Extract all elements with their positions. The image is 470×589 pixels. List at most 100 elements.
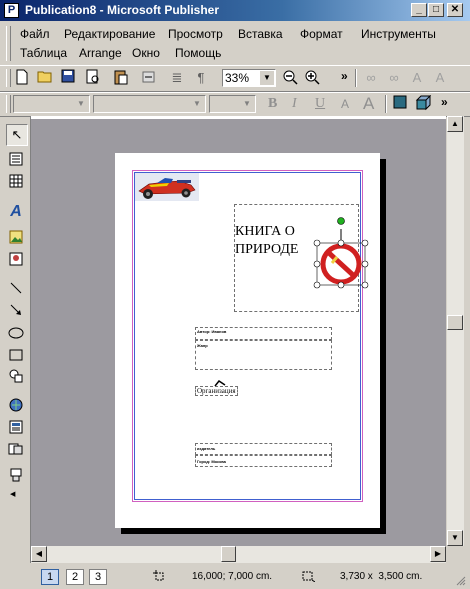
- genre-field-label: Жанр: [197, 343, 208, 348]
- print-preview-icon[interactable]: [84, 69, 102, 87]
- publisher-field-label: издатель: [197, 446, 216, 451]
- grow-font-button[interactable]: A: [363, 94, 374, 114]
- menu-grip[interactable]: [6, 26, 11, 61]
- scroll-down-arrow[interactable]: ▼: [447, 530, 463, 546]
- resize-grip-icon[interactable]: [456, 575, 466, 586]
- menu-file[interactable]: Файл: [20, 26, 50, 42]
- form-icon[interactable]: [6, 442, 26, 462]
- organization-logo[interactable]: Организация: [195, 379, 241, 397]
- menu-bar: Файл Редактирование Просмотр Вставка Фор…: [0, 22, 470, 64]
- title-bar: P Publication8 - Microsoft Publisher _ □…: [0, 0, 470, 21]
- position-readout: 16,000; 7,000 cm.: [192, 571, 273, 582]
- line-icon[interactable]: [6, 281, 26, 301]
- document-heading: КНИГА О ПРИРОДЕ: [235, 224, 299, 257]
- toolbar-separator: [355, 69, 357, 87]
- menu-window[interactable]: Окно: [132, 45, 160, 61]
- open-icon[interactable]: [36, 69, 54, 87]
- scroll-right-arrow[interactable]: ▶: [430, 546, 446, 562]
- city-field-label: Город: Москва: [197, 459, 226, 464]
- clipart-icon[interactable]: [6, 252, 26, 272]
- author-field-label: Автор: Иванов: [197, 329, 227, 334]
- bold-button[interactable]: B: [268, 96, 277, 112]
- minimize-button[interactable]: _: [411, 3, 427, 17]
- fill-color-icon[interactable]: [391, 95, 409, 113]
- page-tab-3[interactable]: 3: [89, 569, 107, 585]
- picture-icon[interactable]: [6, 230, 26, 250]
- font-size-icon[interactable]: A: [431, 69, 449, 87]
- menu-insert[interactable]: Вставка: [238, 26, 283, 42]
- undo-icon[interactable]: [140, 69, 158, 87]
- window-title: Publication8 - Microsoft Publisher: [25, 3, 220, 17]
- paste-icon[interactable]: [112, 69, 130, 87]
- no-symbol-image[interactable]: [311, 213, 371, 293]
- chevron-down-icon: ▼: [243, 99, 251, 108]
- italic-button[interactable]: I: [292, 96, 297, 112]
- arrow-icon[interactable]: [6, 303, 26, 323]
- size-icon: [301, 570, 316, 583]
- page-tab-2[interactable]: 2: [66, 569, 84, 585]
- zoom-in-icon[interactable]: [303, 69, 321, 87]
- zoom-dropdown[interactable]: 33% ▼: [222, 69, 276, 87]
- menu-table[interactable]: Таблица: [20, 45, 67, 61]
- document-page[interactable]: КНИГА О ПРИРОДЕ Автор: Иванов Жанр Орган…: [115, 153, 380, 528]
- web-icon[interactable]: [6, 420, 26, 440]
- publisher-field[interactable]: издатель: [195, 443, 332, 455]
- 3d-style-icon[interactable]: [414, 94, 432, 113]
- underline-button[interactable]: U: [315, 96, 325, 112]
- autoshapes-icon[interactable]: [6, 369, 26, 389]
- overflow-chevron[interactable]: »: [441, 95, 448, 109]
- horizontal-scrollbar[interactable]: ◀ ▶: [31, 546, 446, 563]
- unlink-icon[interactable]: ∞: [385, 69, 403, 87]
- text-box-icon[interactable]: [6, 152, 26, 172]
- rectangle-icon[interactable]: [6, 347, 26, 367]
- chevron-down-icon[interactable]: ▼: [260, 71, 274, 85]
- font-dropdown[interactable]: ▼: [93, 95, 206, 113]
- vertical-scrollbar[interactable]: ▲ ▼: [447, 116, 464, 546]
- oval-icon[interactable]: [6, 325, 26, 345]
- wordart-icon[interactable]: A: [6, 202, 26, 222]
- style-dropdown[interactable]: ▼: [13, 95, 90, 113]
- menu-format[interactable]: Формат: [300, 26, 343, 42]
- publisher-icon[interactable]: P: [4, 3, 19, 18]
- toolbar-grip[interactable]: [6, 95, 11, 113]
- size-readout: 3,730 x 3,500 cm.: [340, 571, 423, 582]
- overflow-chevron[interactable]: »: [341, 69, 348, 83]
- author-field[interactable]: Автор: Иванов: [195, 327, 332, 340]
- pilcrow-icon[interactable]: ¶: [192, 69, 210, 87]
- scroll-left-arrow[interactable]: ◀: [31, 546, 47, 562]
- scroll-up-arrow[interactable]: ▲: [447, 116, 463, 132]
- shrink-font-button[interactable]: A: [341, 97, 349, 111]
- toolbar-grip[interactable]: [6, 69, 11, 87]
- zoom-value: 33%: [225, 71, 250, 85]
- page-icon[interactable]: [6, 468, 26, 488]
- pointer-icon[interactable]: ↖: [6, 124, 28, 146]
- zoom-out-icon[interactable]: [281, 69, 299, 87]
- save-icon[interactable]: [59, 69, 77, 87]
- menu-help[interactable]: Помощь: [175, 45, 221, 61]
- position-icon: [153, 570, 165, 582]
- table-icon[interactable]: [6, 174, 26, 194]
- columns-icon[interactable]: ≣: [168, 69, 186, 87]
- menu-arrange[interactable]: Arrange: [79, 45, 122, 61]
- text-direction-icon[interactable]: A: [408, 69, 426, 87]
- font-size-dropdown[interactable]: ▼: [209, 95, 256, 113]
- horizontal-scroll-thumb[interactable]: [221, 546, 236, 562]
- toolbox-scroll-arrow[interactable]: ◀: [10, 490, 15, 498]
- new-icon[interactable]: [13, 69, 31, 87]
- link-icon[interactable]: ∞: [362, 69, 380, 87]
- city-field[interactable]: Город: Москва: [195, 455, 332, 467]
- standard-toolbar: ≣ ¶ 33% ▼ » ∞ ∞ A A: [0, 65, 470, 92]
- genre-field[interactable]: Жанр: [195, 340, 332, 370]
- chevron-down-icon: ▼: [77, 99, 85, 108]
- menu-edit[interactable]: Редактирование: [64, 26, 155, 42]
- design-gallery-icon[interactable]: [6, 398, 26, 418]
- vertical-scroll-thumb[interactable]: [447, 315, 463, 330]
- status-bar: 1 2 3 16,000; 7,000 cm. 3,730 x 3,500 cm…: [0, 564, 470, 589]
- menu-view[interactable]: Просмотр: [168, 26, 223, 42]
- maximize-button[interactable]: □: [428, 3, 444, 17]
- race-car-image[interactable]: [135, 173, 199, 201]
- menu-tools[interactable]: Инструменты: [361, 26, 436, 42]
- page-tab-1[interactable]: 1: [41, 569, 59, 585]
- close-button[interactable]: ✕: [447, 3, 463, 17]
- workspace[interactable]: КНИГА О ПРИРОДЕ Автор: Иванов Жанр Орган…: [31, 119, 446, 546]
